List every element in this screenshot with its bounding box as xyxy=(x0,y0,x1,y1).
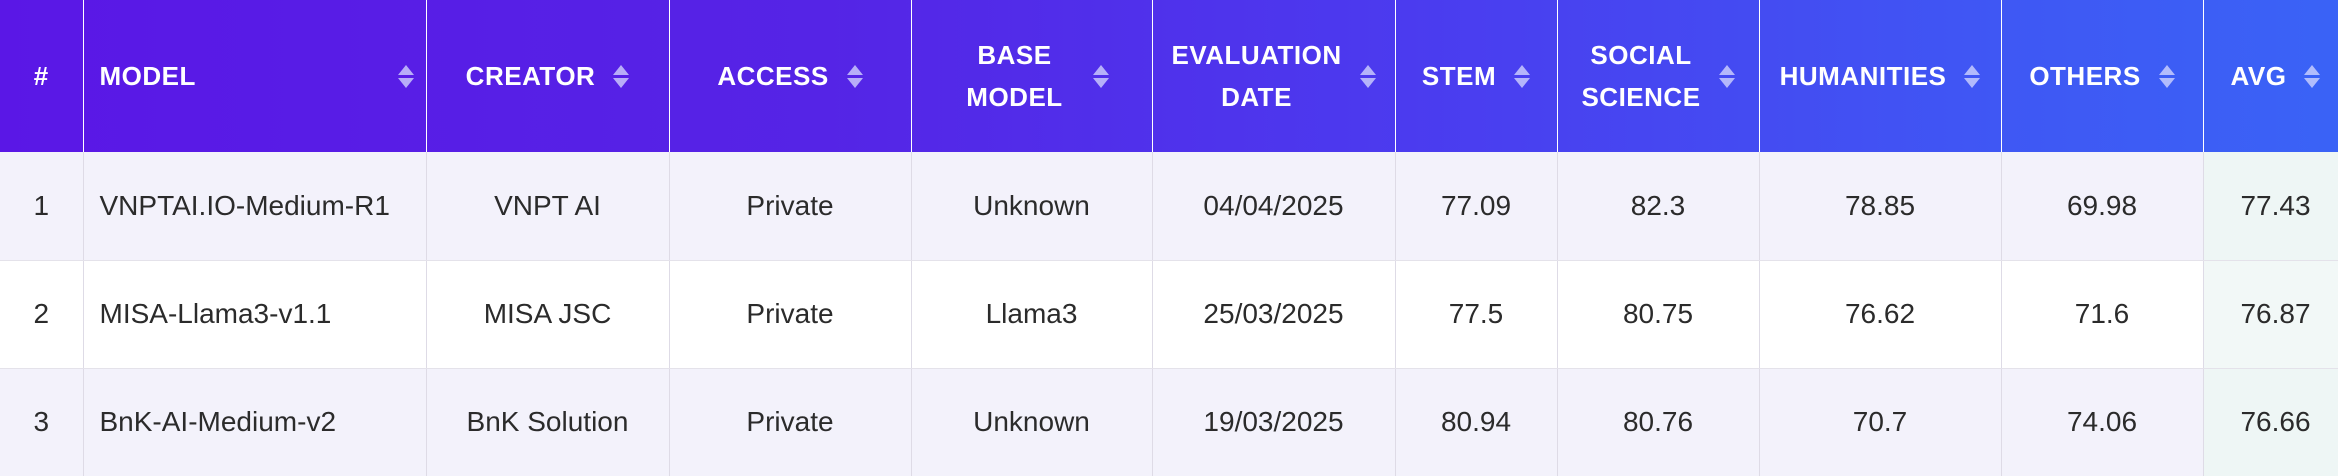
cell-access: Private xyxy=(669,152,912,261)
cell-rank: 3 xyxy=(0,368,84,476)
column-header-label: BASE MODEL xyxy=(966,40,1063,112)
cell-model: MISA-Llama3-v1.1 xyxy=(83,260,427,369)
cell-others: 69.98 xyxy=(2001,152,2204,261)
cell-humanities: 70.7 xyxy=(1759,368,2002,476)
column-header-label: OTHERS xyxy=(2029,61,2141,91)
column-header-creator[interactable]: CREATOR xyxy=(426,0,670,152)
cell-evaluation-date: 25/03/2025 xyxy=(1152,260,1396,369)
column-header-rank: # xyxy=(0,0,84,152)
cell-avg: 76.66 xyxy=(2203,368,2338,476)
sort-icon[interactable] xyxy=(1359,64,1376,88)
column-header-label: STEM xyxy=(1421,61,1497,91)
column-header-access[interactable]: ACCESS xyxy=(669,0,912,152)
column-header-label: # xyxy=(33,61,49,91)
table-row: 2 MISA-Llama3-v1.1 MISA JSC Private Llam… xyxy=(0,260,2338,369)
column-header-label: CREATOR xyxy=(465,61,596,91)
column-header-label: HUMANITIES xyxy=(1779,61,1947,91)
column-header-label: EVALUATION DATE xyxy=(1171,40,1342,112)
column-header-label: MODEL xyxy=(99,61,196,91)
table-row: 1 VNPTAI.IO-Medium-R1 VNPT AI Private Un… xyxy=(0,152,2338,261)
column-header-label: AVG xyxy=(2230,61,2287,91)
cell-access: Private xyxy=(669,368,912,476)
leaderboard-table: # MODEL CREATOR ACCESS BASE MODEL EVALUA… xyxy=(0,0,2338,476)
cell-others: 71.6 xyxy=(2001,260,2204,369)
cell-social-science: 80.75 xyxy=(1557,260,1760,369)
sort-icon[interactable] xyxy=(397,64,414,88)
cell-creator: BnK Solution xyxy=(426,368,670,476)
sort-icon[interactable] xyxy=(1719,64,1735,88)
cell-social-science: 82.3 xyxy=(1557,152,1760,261)
table-header-row: # MODEL CREATOR ACCESS BASE MODEL EVALUA… xyxy=(0,0,2338,152)
cell-creator: MISA JSC xyxy=(426,260,670,369)
column-header-social-science[interactable]: SOCIAL SCIENCE xyxy=(1557,0,1760,152)
leaderboard-table-container: # MODEL CREATOR ACCESS BASE MODEL EVALUA… xyxy=(0,0,2338,476)
sort-icon[interactable] xyxy=(846,64,863,88)
cell-humanities: 76.62 xyxy=(1759,260,2002,369)
sort-icon[interactable] xyxy=(2158,64,2175,88)
cell-creator: VNPT AI xyxy=(426,152,670,261)
cell-others: 74.06 xyxy=(2001,368,2204,476)
cell-base-model: Unknown xyxy=(911,368,1153,476)
cell-avg: 77.43 xyxy=(2203,152,2338,261)
cell-model: VNPTAI.IO-Medium-R1 xyxy=(83,152,427,261)
cell-stem: 77.5 xyxy=(1395,260,1558,369)
cell-rank: 2 xyxy=(0,260,84,369)
cell-base-model: Llama3 xyxy=(911,260,1153,369)
column-header-evaluation-date[interactable]: EVALUATION DATE xyxy=(1152,0,1396,152)
column-header-model[interactable]: MODEL xyxy=(83,0,427,152)
table-row: 3 BnK-AI-Medium-v2 BnK Solution Private … xyxy=(0,368,2338,476)
sort-icon[interactable] xyxy=(613,64,630,88)
cell-social-science: 80.76 xyxy=(1557,368,1760,476)
sort-icon[interactable] xyxy=(1514,64,1531,88)
column-header-label: SOCIAL SCIENCE xyxy=(1581,40,1701,112)
cell-rank: 1 xyxy=(0,152,84,261)
sort-icon[interactable] xyxy=(1092,64,1109,88)
cell-evaluation-date: 04/04/2025 xyxy=(1152,152,1396,261)
cell-stem: 77.09 xyxy=(1395,152,1558,261)
cell-base-model: Unknown xyxy=(911,152,1153,261)
cell-evaluation-date: 19/03/2025 xyxy=(1152,368,1396,476)
cell-access: Private xyxy=(669,260,912,369)
column-header-avg[interactable]: AVG xyxy=(2203,0,2338,152)
cell-humanities: 78.85 xyxy=(1759,152,2002,261)
column-header-base-model[interactable]: BASE MODEL xyxy=(911,0,1153,152)
column-header-humanities[interactable]: HUMANITIES xyxy=(1759,0,2002,152)
cell-stem: 80.94 xyxy=(1395,368,1558,476)
sort-icon[interactable] xyxy=(2304,64,2321,88)
column-header-others[interactable]: OTHERS xyxy=(2001,0,2204,152)
cell-avg: 76.87 xyxy=(2203,260,2338,369)
cell-model: BnK-AI-Medium-v2 xyxy=(83,368,427,476)
column-header-label: ACCESS xyxy=(717,61,829,91)
column-header-stem[interactable]: STEM xyxy=(1395,0,1558,152)
sort-icon[interactable] xyxy=(1964,64,1981,88)
